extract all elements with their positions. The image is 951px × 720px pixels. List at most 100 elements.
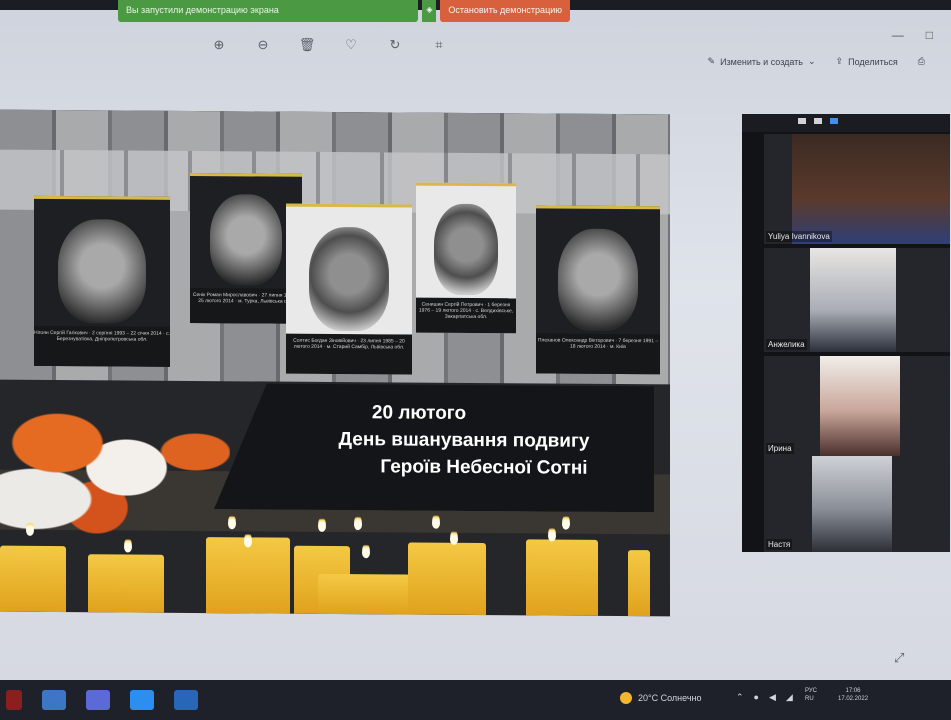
app-icon[interactable] [130,690,154,710]
screen: Вы запустили демонстрацию экрана ◈ Остан… [0,0,951,720]
viewer-actions: ✎ Изменить и создать ⌄ ⇪ Поделиться ⎙ [708,56,925,67]
slide-date: 20 лютого [371,402,467,424]
portrait-photo [210,193,282,286]
candle-flame [124,536,132,553]
edit-create-button[interactable]: ✎ Изменить и создать ⌄ [708,56,816,67]
share-icon: ⇪ [835,56,844,66]
participant-video [820,356,900,456]
edit-create-label: Изменить и создать [720,56,803,67]
view-switcher [742,114,950,132]
favorite-icon[interactable]: ♡ [342,36,360,54]
candle [0,545,66,613]
candle-flame [450,528,458,545]
portrait-card: Нігоян Сергій Гагікович · 2 серпня 1993 … [34,195,170,367]
clock[interactable]: 17:06 17.02.2022 [838,688,868,704]
participant-tile[interactable]: Ирина [764,356,950,456]
window-controls: — □ [892,28,933,42]
crop-icon[interactable]: ⌗ [430,36,448,54]
view-tab[interactable] [798,118,806,124]
clock-time: 17:06 [845,688,861,694]
app-icon[interactable] [174,690,198,710]
weather-text: 20°C Солнечно [638,693,702,703]
app-icon[interactable] [42,690,66,710]
candle-flame [548,525,556,542]
chevron-up-icon[interactable]: ⌃ [736,692,744,703]
portrait-plate: Солтис Богдан Зіновійович · 23 липня 198… [286,333,412,375]
candle [206,537,290,614]
share-label: Поделиться [848,56,898,67]
portrait-plate: Нігоян Сергій Гагікович · 2 серпня 1993 … [34,325,170,367]
participant-video [810,248,896,352]
view-tab-active[interactable] [830,118,838,124]
screen-share-bar: Вы запустили демонстрацию экрана ◈ Остан… [118,0,570,22]
share-status-text: Вы запустили демонстрацию экрана [118,0,419,22]
candle [628,550,650,617]
candle [526,539,598,616]
slide-subtitle: Героїв Небесної Сотні [380,456,588,479]
candle [88,554,164,613]
title-banner: 20 лютого День вшанування подвигу Героїв… [214,383,654,512]
mic-icon[interactable]: ● [754,692,759,703]
candle-flame [362,542,370,559]
portrait-plate: Сенишин Сергій Петрович · 1 березня 1976… [416,297,516,334]
portrait-photo [308,226,390,331]
participant-name: Ирина [766,443,794,454]
portrait-photo [558,228,638,332]
participant-name: Анжелика [766,339,807,350]
expand-icon[interactable]: ⤢ [894,650,904,666]
language-indicator[interactable]: РУС RU [805,688,817,704]
participant-name: Yuliya Ivannikova [766,231,832,242]
participant-tile[interactable]: Yuliya Ivannikova [764,134,950,244]
volume-icon[interactable]: ◀ [769,692,776,703]
candle-flame [318,515,326,532]
participant-tile[interactable]: Анжелика [764,248,950,352]
candle-flame [432,512,440,529]
sun-icon [620,692,632,704]
candle-flame [244,531,252,548]
viewer-toolbar: ⊕ ⊖ 🗑 ♡ ↻ ⌗ [210,36,448,54]
network-icon[interactable]: ◢ [786,692,793,703]
slide-title: День вшанування подвигу [338,429,590,452]
candle-flame [26,519,34,536]
app-icon[interactable] [6,690,22,710]
candles [0,510,670,617]
system-tray: ⌃ ● ◀ ◢ [736,692,793,703]
language-code: РУС [805,688,818,694]
participant-name: Настя [766,539,793,550]
rotate-icon[interactable]: ↻ [386,36,404,54]
pin-icon[interactable]: ◈ [422,0,437,22]
participant-video [792,134,950,244]
participant-video [812,456,892,552]
portrait-card: Плеханов Олександр Вікторович · 7 березн… [536,205,660,375]
minimize-button[interactable]: — [892,28,904,42]
stop-share-button[interactable]: Остановить демонстрацию [440,0,570,22]
portrait-card: Солтис Богдан Зіновійович · 23 липня 198… [286,203,412,375]
presentation-slide: Нігоян Сергій Гагікович · 2 серпня 1993 … [0,109,670,617]
taskbar-apps [6,690,198,710]
participants-panel: Yuliya Ivannikova Анжелика Ирина Настя [742,114,950,552]
candle [318,573,410,615]
language-code-2: RU [805,695,814,702]
banner-text: 20 лютого День вшанування подвигу Героїв… [294,402,634,480]
edit-icon: ✎ [707,56,716,66]
portrait-card: Сенишин Сергій Петрович · 1 березня 1976… [416,182,516,334]
taskbar: 20°C Солнечно ⌃ ● ◀ ◢ РУС RU 17:06 17.02… [0,680,951,720]
view-tab[interactable] [814,118,822,124]
portrait-photo [434,203,498,295]
chevron-down-icon: ⌄ [808,56,816,66]
portrait-photo [58,219,146,324]
weather-widget[interactable]: 20°C Солнечно [620,692,702,704]
zoom-in-icon[interactable]: ⊕ [210,36,228,54]
print-icon[interactable]: ⎙ [918,56,925,67]
share-button[interactable]: ⇪ Поделиться [836,56,898,67]
candle [408,542,486,616]
portrait-plate: Плеханов Олександр Вікторович · 7 березн… [536,333,660,375]
app-icon[interactable] [86,690,110,710]
candle-flame [562,513,570,530]
delete-icon[interactable]: 🗑 [298,36,316,54]
maximize-button[interactable]: □ [926,28,933,42]
candle-flame [228,513,236,530]
zoom-out-icon[interactable]: ⊖ [254,36,272,54]
clock-date: 17.02.2022 [838,695,869,702]
participant-tile[interactable]: Настя [764,456,950,552]
